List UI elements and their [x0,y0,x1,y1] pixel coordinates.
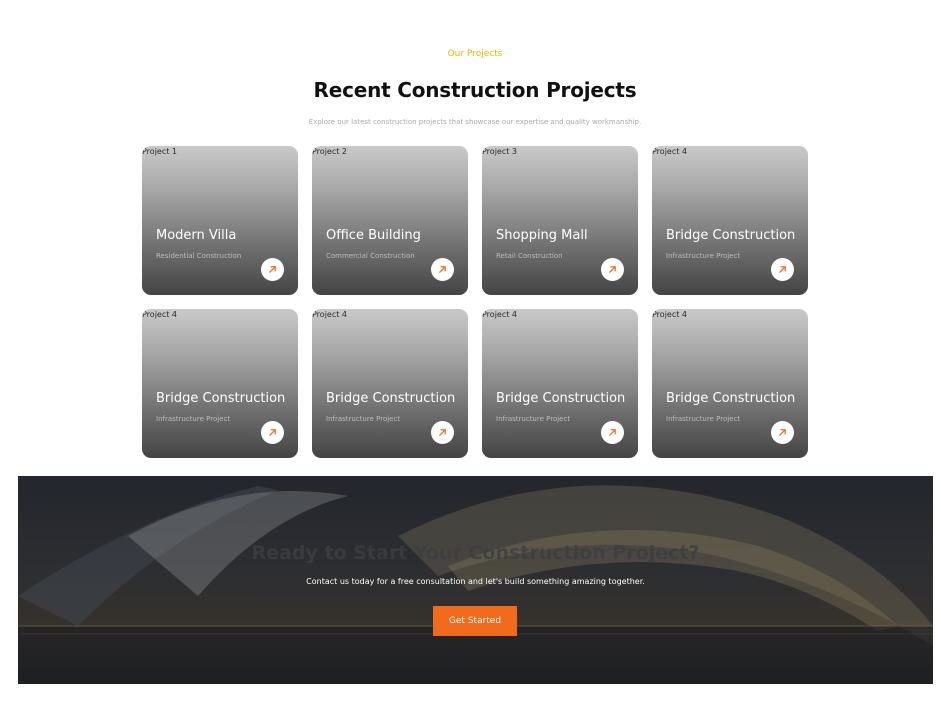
project-tag: Project 4 [482,310,518,319]
project-card[interactable]: Project 2 Office Building Commercial Con… [312,146,468,295]
project-type: Infrastructure Project [666,252,741,260]
arrow-up-right-icon [779,429,786,436]
cta-banner: Ready to Start Your Construction Project… [18,476,933,684]
arrow-up-right-icon [439,429,446,436]
arrow-up-right-icon [609,266,616,273]
project-card[interactable]: Project 4 Bridge Construction Infrastruc… [312,309,468,458]
project-title: Bridge Construction [666,228,796,243]
project-link-button[interactable] [431,421,454,444]
project-tag: Project 2 [312,147,348,156]
project-type: Retail Construction [496,252,563,260]
project-type: Infrastructure Project [666,415,741,423]
project-card[interactable]: Project 1 Modern Villa Residential Const… [142,146,298,295]
project-tag: Project 4 [652,310,688,319]
project-tag: Project 4 [652,147,688,156]
arrow-up-right-icon [439,266,446,273]
project-type: Infrastructure Project [496,415,571,423]
project-title: Bridge Construction [156,391,286,406]
project-title: Bridge Construction [666,391,796,406]
arrow-up-right-icon [779,266,786,273]
project-link-button[interactable] [771,258,794,281]
project-tag: Project 4 [312,310,348,319]
arrow-up-right-icon [269,266,276,273]
project-card[interactable]: Project 4 Bridge Construction Infrastruc… [652,309,808,458]
projects-eyebrow: Our Projects [447,49,503,59]
project-card[interactable]: Project 4 Bridge Construction Infrastruc… [142,309,298,458]
project-tag: Project 1 [142,147,178,156]
project-link-button[interactable] [261,421,284,444]
project-type: Infrastructure Project [326,415,401,423]
project-card[interactable]: Project 4 Bridge Construction Infrastruc… [652,146,808,295]
projects-subtitle: Explore our latest construction projects… [308,118,642,126]
project-link-button[interactable] [431,258,454,281]
project-type: Infrastructure Project [156,415,231,423]
project-card[interactable]: Project 3 Shopping Mall Retail Construct… [482,146,638,295]
project-link-button[interactable] [601,421,624,444]
arrow-up-right-icon [269,429,276,436]
cta-title: Ready to Start Your Construction Project… [251,542,700,564]
project-link-button[interactable] [771,421,794,444]
project-title: Office Building [326,228,421,243]
projects-grid: Project 1 Modern Villa Residential Const… [142,146,808,458]
project-link-button[interactable] [601,258,624,281]
project-tag: Project 3 [482,147,518,156]
project-type: Residential Construction [156,252,242,260]
project-card[interactable]: Project 4 Bridge Construction Infrastruc… [482,309,638,458]
get-started-button[interactable]: Get Started [433,606,517,636]
cta-subtitle: Contact us today for a free consultation… [306,577,645,586]
project-title: Shopping Mall [496,228,588,243]
project-link-button[interactable] [261,258,284,281]
project-title: Bridge Construction [496,391,626,406]
project-tag: Project 4 [142,310,178,319]
arrow-up-right-icon [609,429,616,436]
project-title: Modern Villa [156,228,237,243]
projects-title: Recent Construction Projects [313,78,637,102]
project-title: Bridge Construction [326,391,456,406]
project-type: Commercial Construction [326,252,415,260]
